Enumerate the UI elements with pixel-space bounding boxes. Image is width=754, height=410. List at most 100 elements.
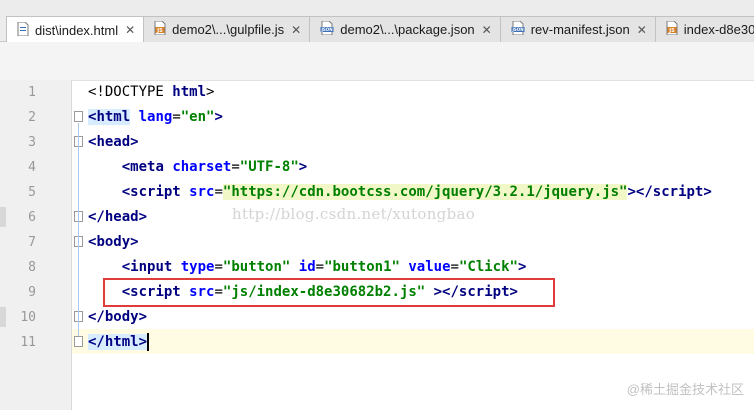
code-line: <input type="button" id="button1" value=… — [88, 255, 527, 280]
code-fold-marker[interactable] — [74, 111, 83, 122]
editor-breadcrumb-band — [0, 42, 754, 81]
line-number: 8 — [28, 260, 36, 275]
svg-text:JS: JS — [156, 28, 163, 34]
code-line: <body> — [88, 230, 139, 255]
tab-label: rev-manifest.json — [530, 22, 630, 37]
fold-guide-line — [78, 148, 79, 211]
code-token: > — [206, 84, 215, 100]
code-line: <meta charset="UTF-8"> — [88, 155, 308, 180]
tab-row: dist\index.html ✕ JS demo2\...\gulpfile.js ✕… — [6, 16, 754, 43]
js-file-icon: JS — [666, 20, 678, 38]
code-token: type — [180, 259, 215, 275]
code-token: ></ — [627, 184, 653, 200]
code-token: "UTF-8" — [239, 159, 299, 175]
js-file-icon: JS — [154, 20, 166, 38]
tab-2[interactable]: JS demo2\...\gulpfile.js ✕ — [144, 16, 311, 42]
gutter-marker — [0, 307, 6, 327]
json-file-icon: JSON — [320, 20, 334, 38]
line-number: 5 — [28, 185, 36, 200]
svg-text:JSON: JSON — [511, 27, 523, 32]
code-token: meta — [130, 159, 164, 175]
blog-watermark: http://blog.csdn.net/xutongbao — [232, 205, 476, 223]
code-token: charset — [172, 159, 232, 175]
code-line: </html> — [88, 330, 149, 355]
code-token: script — [130, 184, 181, 200]
tab-5[interactable]: JS index-d8e306 — [655, 16, 754, 42]
code-line: <script src="https://cdn.bootcss.com/jqu… — [88, 180, 712, 205]
close-tab-icon[interactable]: ✕ — [637, 23, 647, 37]
tab-3[interactable]: JSON demo2\...\package.json ✕ — [310, 16, 501, 42]
site-credit-watermark: @稀土掘金技术社区 — [626, 382, 744, 397]
code-line: <html lang="en"> — [88, 105, 223, 130]
code-token: html — [172, 84, 207, 100]
code-line: <head> — [88, 130, 139, 155]
line-number: 3 — [28, 135, 36, 150]
tab-4[interactable]: JSON rev-manifest.json ✕ — [500, 16, 656, 42]
code-token: src — [189, 184, 215, 200]
close-tab-icon[interactable]: ✕ — [125, 23, 135, 37]
code-token: < — [88, 184, 131, 200]
code-token: = — [315, 259, 325, 275]
code-token: "button" — [222, 259, 291, 275]
code-token: = — [231, 159, 240, 175]
code-token: = — [214, 184, 223, 200]
line-number: 11 — [20, 335, 36, 350]
tab-label: dist\index.html — [35, 22, 119, 38]
line-number: 9 — [28, 285, 36, 300]
code-token: > — [138, 209, 148, 225]
code-token: "Click" — [458, 259, 518, 275]
code-token: < — [88, 259, 131, 275]
code-token: < — [88, 159, 131, 175]
fold-guide-line — [78, 248, 79, 311]
code-token: = — [214, 259, 223, 275]
close-tab-icon[interactable]: ✕ — [291, 23, 301, 37]
tab-label: index-d8e306 — [683, 22, 754, 37]
code-token: html — [96, 109, 131, 125]
close-tab-icon[interactable]: ✕ — [482, 23, 492, 37]
code-token: html — [104, 334, 139, 350]
tab-1[interactable]: dist\index.html ✕ — [6, 16, 145, 43]
code-token: input — [130, 259, 173, 275]
code-token: = — [172, 109, 181, 125]
code-token: = — [450, 259, 459, 275]
current-line-highlight — [72, 329, 754, 354]
code-token: head — [96, 134, 131, 150]
tab-label: demo2\...\gulpfile.js — [172, 22, 285, 37]
line-number: 2 — [28, 110, 36, 125]
editor-tab-bar: dist\index.html ✕ JS demo2\...\gulpfile.js ✕… — [0, 0, 754, 43]
svg-text:JS: JS — [668, 28, 675, 34]
line-number: 1 — [28, 85, 36, 100]
code-token: > — [703, 184, 712, 200]
code-token: value — [408, 259, 451, 275]
code-token: <!DOCTYPE — [88, 84, 173, 100]
gutter-marker — [0, 207, 6, 227]
code-line: </body> — [88, 305, 147, 330]
html-file-icon — [17, 21, 29, 39]
code-token: body — [104, 309, 139, 325]
code-token: > — [298, 159, 308, 175]
code-token: > — [130, 134, 139, 150]
code-token: > — [138, 334, 148, 350]
code-token: </ — [88, 209, 105, 225]
code-token: > — [130, 234, 139, 250]
tab-label: demo2\...\package.json — [340, 22, 475, 37]
code-token: body — [96, 234, 131, 250]
json-file-icon: JSON — [511, 20, 525, 38]
code-token: </ — [88, 309, 105, 325]
code-token: head — [104, 209, 139, 225]
code-line: </head> — [88, 205, 147, 230]
line-number-gutter[interactable]: 1 2 3 4 5 6 7 8 9 10 11 — [0, 80, 72, 410]
code-token: lang — [138, 109, 173, 125]
annotation-highlight-box — [103, 278, 555, 307]
code-token: "button1" — [324, 259, 400, 275]
line-number: 7 — [28, 235, 36, 250]
code-token: > — [138, 309, 148, 325]
code-fold-marker[interactable] — [74, 336, 83, 347]
code-line: <!DOCTYPE html> — [88, 80, 214, 105]
line-number: 4 — [28, 160, 36, 175]
svg-text:JSON: JSON — [321, 27, 333, 32]
